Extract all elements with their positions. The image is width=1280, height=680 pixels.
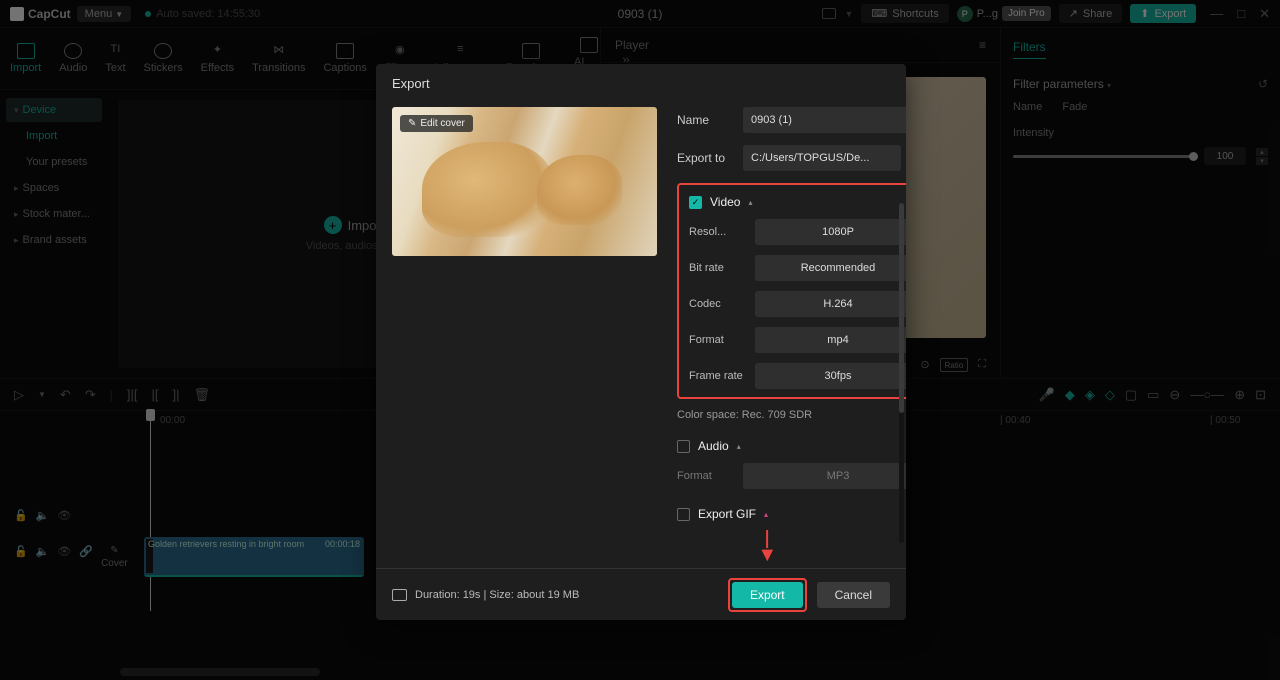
resolution-select[interactable]: 1080P▾ <box>755 219 906 245</box>
name-input[interactable] <box>743 107 906 133</box>
edit-cover-button[interactable]: ✎Edit cover <box>400 115 473 132</box>
colorspace-info: Color space: Rec. 709 SDR <box>677 409 906 421</box>
video-checkbox[interactable]: ✓ <box>689 196 702 209</box>
chevron-up-icon[interactable]: ▴ <box>737 442 741 451</box>
export-info: Duration: 19s | Size: about 19 MB <box>415 589 579 601</box>
cancel-button[interactable]: Cancel <box>817 582 890 608</box>
modal-title: Export <box>376 64 906 103</box>
chevron-up-icon[interactable]: ▴ <box>764 510 768 519</box>
export-to-label: Export to <box>677 151 743 165</box>
gif-checkbox[interactable] <box>677 508 690 521</box>
audio-checkbox[interactable] <box>677 440 690 453</box>
name-label: Name <box>677 113 743 127</box>
arrow-annotation: ▼ <box>757 544 777 567</box>
video-settings-section: ✓ Video ▴ Resol...1080P▾ Bit rateRecomme… <box>677 183 906 399</box>
export-preview: ✎Edit cover <box>392 107 657 256</box>
bitrate-select[interactable]: Recommended▾ <box>755 255 906 281</box>
modal-scrollbar[interactable] <box>899 203 904 543</box>
audio-format-select[interactable]: MP3▾ <box>743 463 906 489</box>
film-icon <box>392 589 407 601</box>
framerate-select[interactable]: 30fps▾ <box>755 363 906 389</box>
chevron-up-icon[interactable]: ▴ <box>748 198 752 207</box>
export-path-input[interactable] <box>743 145 901 171</box>
export-modal: Export ✎Edit cover Name Export to 🗀 <box>376 64 906 620</box>
export-confirm-button[interactable]: Export <box>732 582 803 608</box>
format-select[interactable]: mp4▾ <box>755 327 906 353</box>
codec-select[interactable]: H.264▾ <box>755 291 906 317</box>
pencil-icon: ✎ <box>408 118 416 129</box>
